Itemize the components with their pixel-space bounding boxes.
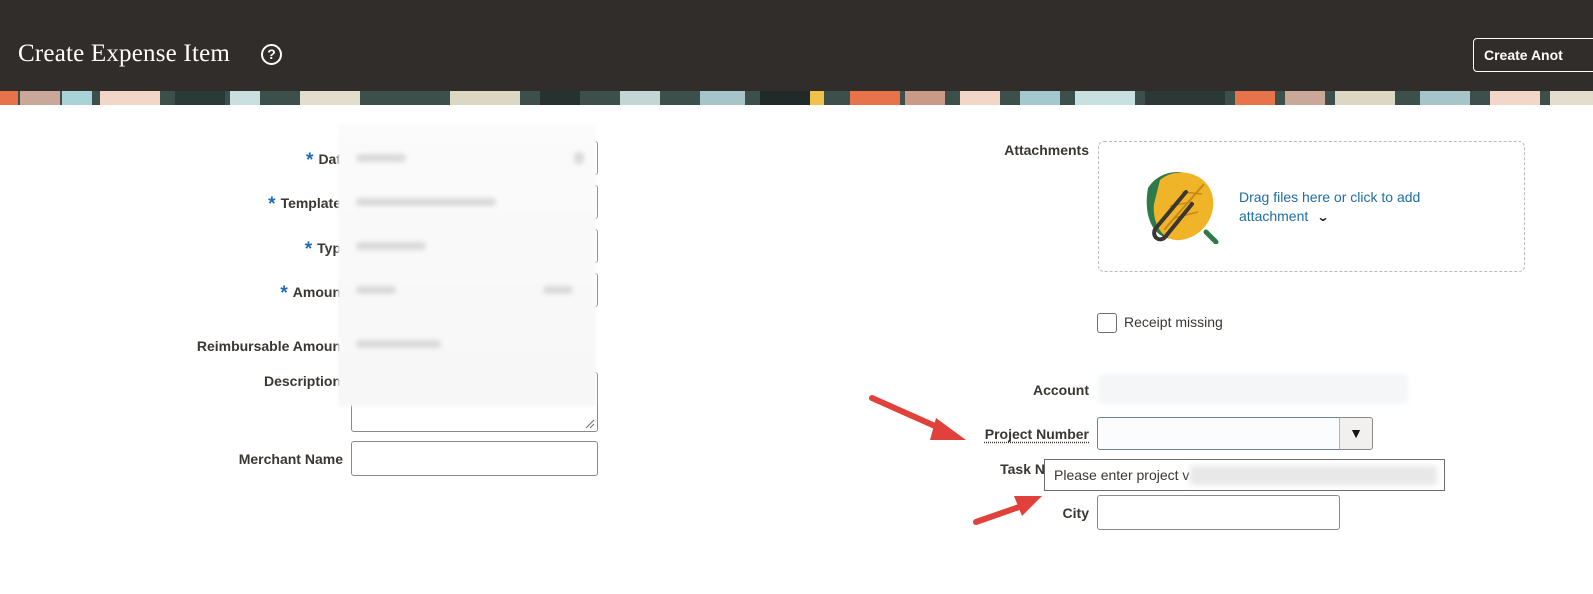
task-number-label: Task N bbox=[1000, 461, 1045, 477]
merchant-name-input[interactable] bbox=[351, 441, 598, 476]
amount-label: * Amoun bbox=[280, 281, 341, 303]
city-label: City bbox=[1063, 505, 1089, 521]
project-number-label: Project Number bbox=[985, 426, 1089, 442]
account-field[interactable] bbox=[1098, 374, 1408, 404]
template-label: * Template bbox=[268, 192, 341, 214]
reimbursable-amount-label: Reimbursable Amoun bbox=[197, 338, 341, 354]
help-icon[interactable]: ? bbox=[261, 44, 282, 65]
create-another-button[interactable]: Create Anot bbox=[1473, 38, 1593, 72]
page-title: Create Expense Item bbox=[18, 40, 230, 68]
leaf-paperclip-icon bbox=[1140, 166, 1222, 244]
attachments-label: Attachments bbox=[1004, 142, 1089, 158]
annotation-arrow-icon bbox=[970, 490, 1050, 530]
receipt-missing-label: Receipt missing bbox=[1124, 314, 1223, 330]
project-hint-tooltip: Please enter project v bbox=[1044, 459, 1445, 491]
annotation-arrow-icon bbox=[866, 392, 976, 448]
account-label: Account bbox=[1033, 382, 1089, 398]
redacted-region bbox=[338, 124, 596, 406]
project-number-dropdown-button[interactable]: ▼ bbox=[1339, 417, 1373, 450]
type-label: * Typ bbox=[305, 237, 341, 259]
decorative-banner bbox=[0, 91, 1593, 105]
chevron-down-icon[interactable]: ⌄ bbox=[1317, 208, 1330, 227]
resize-handle-icon[interactable] bbox=[585, 419, 595, 429]
receipt-missing-checkbox[interactable] bbox=[1097, 313, 1117, 333]
add-attachment-link[interactable]: Drag files here or click to add attachme… bbox=[1239, 188, 1469, 227]
project-number-input[interactable] bbox=[1097, 417, 1341, 450]
page-header: Create Expense Item ? Create Anot bbox=[0, 0, 1593, 91]
description-label: Description bbox=[264, 373, 341, 389]
merchant-name-label: Merchant Name bbox=[239, 451, 343, 467]
date-label: * Dat bbox=[306, 148, 341, 170]
city-input[interactable] bbox=[1097, 495, 1340, 530]
